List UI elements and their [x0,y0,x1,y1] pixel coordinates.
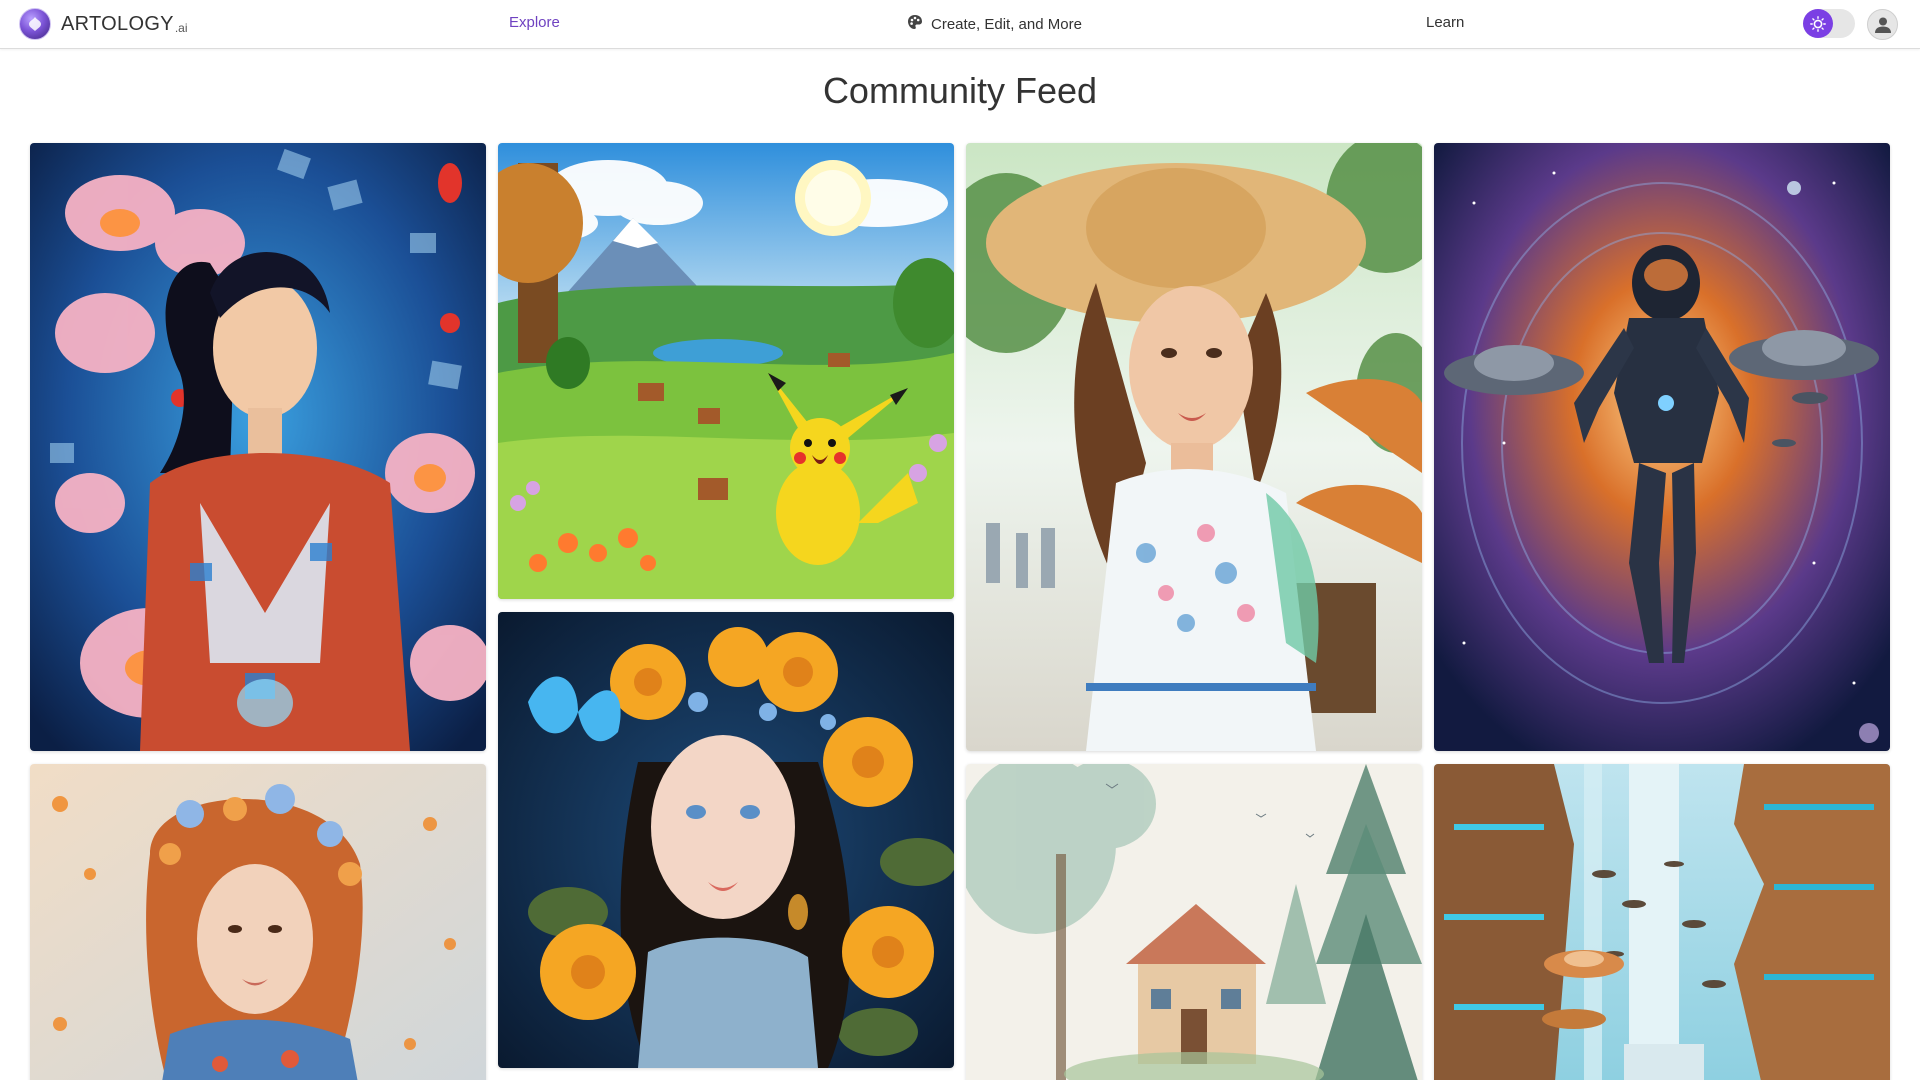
feed-image-sunhat-woman[interactable] [966,143,1422,751]
nav-learn-label: Learn [1426,14,1465,31]
page-title: Community Feed [822,70,1098,111]
brand-name: ARTOLOGY [61,12,174,35]
nav-explore-label: Explore [509,14,560,31]
top-navbar: ARTOLOGY .ai Explore Create, Edit, and M… [0,0,1920,49]
nav-create-link[interactable]: Create, Edit, and More [907,14,1082,34]
palette-icon [907,14,923,34]
feed-image-futuristic-city[interactable] [1434,764,1890,1080]
nav-explore-link[interactable]: Explore [509,14,560,31]
sun-icon [1810,15,1826,32]
brand-suffix: .ai [174,21,188,35]
artology-logo-icon [19,8,51,40]
nav-learn-link[interactable]: Learn [1426,14,1464,31]
feed-image-floral-crown-woman[interactable] [498,612,954,1068]
feed-image-watercolor-cottage[interactable] [966,764,1422,1080]
user-avatar-icon [1874,17,1891,33]
feed-image-space-astronaut[interactable] [1434,143,1890,751]
feed-image-autumn-flower-woman[interactable] [30,764,486,1080]
theme-toggle[interactable] [1803,9,1855,38]
nav-create-label: Create, Edit, and More [931,15,1082,33]
toggle-knob [1803,9,1833,38]
feed-image-lotus-mosaic-woman[interactable] [30,143,486,751]
user-avatar-button[interactable] [1867,9,1898,40]
feed-image-pikachu-valley[interactable] [498,143,954,599]
brand[interactable]: ARTOLOGY .ai [19,8,188,40]
